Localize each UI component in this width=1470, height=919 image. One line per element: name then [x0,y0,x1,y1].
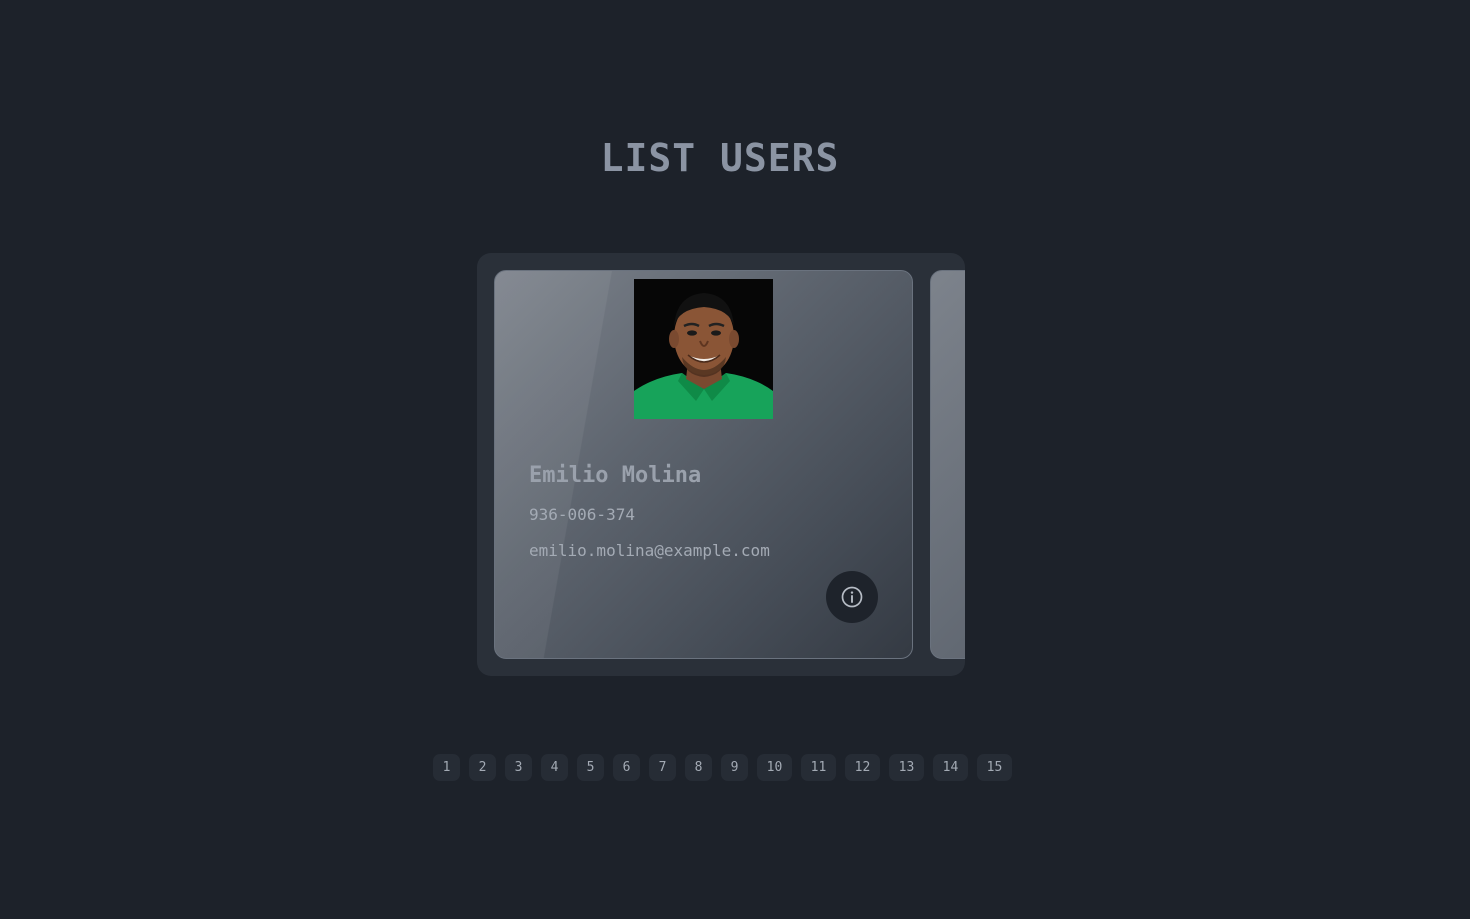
user-name: Emilio Molina [529,463,702,488]
next-user-card[interactable] [930,270,965,659]
page-button-1[interactable]: 1 [433,754,460,781]
page-button-9[interactable]: 9 [721,754,748,781]
page-button-10[interactable]: 10 [757,754,792,781]
avatar [634,279,773,419]
page-button-7[interactable]: 7 [649,754,676,781]
page-button-14[interactable]: 14 [933,754,968,781]
user-email: emilio.molina@example.com [529,541,770,560]
page-button-13[interactable]: 13 [889,754,924,781]
page-button-8[interactable]: 8 [685,754,712,781]
page-button-11[interactable]: 11 [801,754,836,781]
page-button-4[interactable]: 4 [541,754,568,781]
page-button-3[interactable]: 3 [505,754,532,781]
info-button[interactable] [826,571,878,623]
page: LIST USERS Emilio Molina 936-006-374 emi… [0,0,1470,919]
page-button-6[interactable]: 6 [613,754,640,781]
page-title: LIST USERS [600,136,840,180]
page-button-15[interactable]: 15 [977,754,1012,781]
page-button-12[interactable]: 12 [845,754,880,781]
info-icon [841,586,863,608]
pagination: 1 2 3 4 5 6 7 8 9 10 11 12 13 14 15 [433,754,1012,781]
avatar-photo [634,279,773,419]
user-phone: 936-006-374 [529,505,635,524]
page-button-2[interactable]: 2 [469,754,496,781]
user-carousel[interactable]: Emilio Molina 936-006-374 emilio.molina@… [477,253,965,676]
page-button-5[interactable]: 5 [577,754,604,781]
user-card[interactable]: Emilio Molina 936-006-374 emilio.molina@… [494,270,913,659]
